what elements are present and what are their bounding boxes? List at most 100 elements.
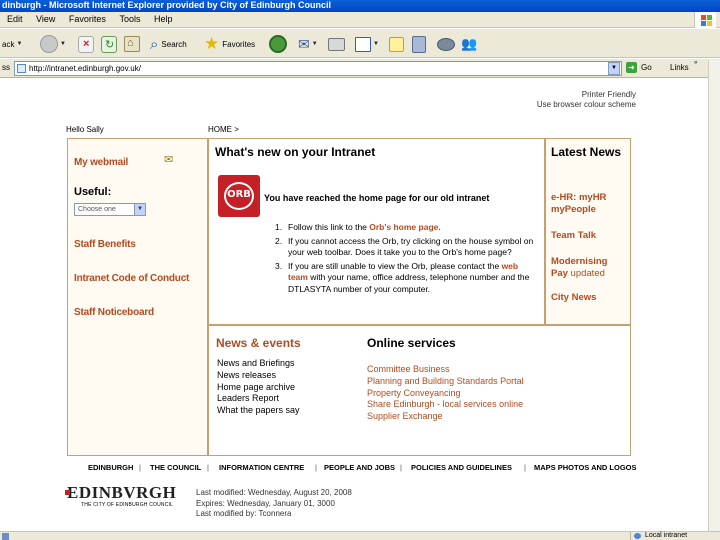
search-icon: ⌕ [150, 35, 159, 53]
code-of-conduct-link[interactable]: Intranet Code of Conduct [74, 273, 189, 284]
discuss-button[interactable] [389, 33, 404, 55]
address-label: ss [2, 63, 10, 72]
colour-scheme-link[interactable]: Use browser colour scheme [537, 100, 636, 109]
footer-divider: | [524, 463, 526, 472]
edit-button[interactable]: ▼ [355, 33, 379, 55]
logo-tagline: THE CITY OF EDINBURGH COUNCIL [81, 502, 174, 508]
word-document-icon [355, 36, 371, 52]
logo-wordmark: EDINBVRGH [67, 483, 177, 502]
people-button[interactable]: 👥 [461, 33, 477, 55]
refresh-button[interactable]: ↻ [101, 33, 117, 55]
latest-news-panel: Latest News e-HR: myHR myPeople Team Tal… [545, 138, 631, 325]
news-link-label: City News [551, 292, 597, 303]
footer-link-edinburgh[interactable]: EDINBURGH [88, 463, 133, 472]
news-events-item[interactable]: Leaders Report [217, 393, 300, 405]
orb-home-link[interactable]: Orb's home page. [369, 222, 440, 232]
footer-divider: | [139, 463, 141, 472]
menu-edit[interactable]: Edit [7, 12, 23, 27]
useful-selected-value: Choose one [78, 206, 116, 213]
edinburgh-council-logo[interactable]: EDINBVRGH THE CITY OF EDINBURGH COUNCIL [65, 483, 195, 513]
last-modified: Last modified: Wednesday, August 20, 200… [196, 488, 352, 497]
modification-info: Last modified: Wednesday, August 20, 200… [196, 488, 352, 520]
latest-news-title: Latest News [551, 145, 622, 159]
speech-bubble-icon [437, 37, 455, 51]
footer-link-maps[interactable]: MAPS PHOTOS AND LOGOS [534, 463, 637, 472]
menu-bar: Edit View Favorites Tools Help [0, 12, 720, 28]
home-button[interactable]: ⌂ [124, 33, 140, 55]
orb-logo[interactable]: ORB [218, 175, 260, 217]
printer-icon [328, 37, 345, 51]
forward-button[interactable]: ▼ [40, 33, 66, 55]
staff-benefits-link[interactable]: Staff Benefits [74, 239, 136, 250]
address-dropdown-button[interactable]: ▼ [608, 62, 620, 75]
footer-divider: | [315, 463, 317, 472]
printer-friendly-link[interactable]: Printer Friendly [582, 90, 636, 99]
go-button[interactable]: ➜ Go [626, 62, 652, 73]
menu-view[interactable]: View [36, 12, 55, 27]
mail-button[interactable]: ✉ ▼ [298, 33, 318, 55]
online-service-item[interactable]: Committee Business [367, 364, 524, 376]
breadcrumb[interactable]: HOME > [208, 125, 239, 134]
security-zone: Local intranet [630, 532, 687, 540]
chevron-down-icon: ▼ [16, 41, 23, 47]
footer-link-people-jobs[interactable]: PEOPLE AND JOBS [324, 463, 395, 472]
vertical-scrollbar[interactable] [708, 60, 720, 540]
footer-link-council[interactable]: THE COUNCIL [150, 463, 201, 472]
online-services-title: Online services [367, 336, 456, 350]
useful-links-select[interactable]: Choose one ▼ [74, 203, 146, 216]
windows-logo-icon [694, 12, 716, 28]
team-talk-link[interactable]: Team Talk [551, 230, 596, 242]
chevron-right-icon[interactable]: » [694, 60, 697, 66]
favorites-button[interactable]: ★ Favorites [204, 33, 255, 55]
people-icon: 👥 [461, 36, 478, 51]
city-news-link[interactable]: City News [551, 292, 596, 304]
last-modified-by: Last modified by: Tconnera [196, 509, 292, 518]
print-button[interactable] [328, 33, 345, 55]
step-text: with your name, office address, telephon… [288, 272, 530, 294]
envelope-icon[interactable]: ✉ [164, 155, 176, 166]
address-input[interactable]: http://intranet.edinburgh.gov.uk/ [14, 61, 622, 76]
toolbar: ack ▼ ▼ × ↻ ⌂ ⌕ Search ★ Favorites ✉ ▼ ▼ [0, 29, 720, 58]
refresh-icon: ↻ [101, 35, 117, 53]
news-events-item[interactable]: Home page archive [217, 382, 300, 394]
expires: Expires: Wednesday, January 01, 3000 [196, 498, 335, 508]
menu-tools[interactable]: Tools [119, 12, 140, 27]
menu-help[interactable]: Help [154, 12, 173, 27]
orb-intro-prefix: You have reached the home page for [264, 193, 424, 203]
search-button[interactable]: ⌕ Search [150, 33, 187, 55]
greeting: Hello Sally [66, 125, 104, 134]
zone-label: Local intranet [645, 532, 688, 539]
books-icon [412, 35, 426, 53]
back-button[interactable]: ack ▼ [2, 33, 22, 55]
staff-noticeboard-link[interactable]: Staff Noticeboard [74, 307, 154, 318]
links-button[interactable]: Links [670, 63, 689, 72]
go-arrow-icon: ➜ [626, 62, 637, 73]
news-events-item[interactable]: News and Briefings [217, 358, 300, 370]
stop-button[interactable]: × [78, 33, 94, 55]
history-button[interactable] [269, 33, 287, 55]
list-item: 2. If you cannot access the Orb, try clic… [275, 236, 537, 259]
footer-link-information[interactable]: INFORMATION CENTRE [219, 463, 304, 472]
step-number: 2. [275, 235, 283, 246]
note-icon [389, 36, 404, 52]
star-icon: ★ [204, 34, 220, 53]
ehr-link[interactable]: e-HR: myHR myPeople [551, 192, 617, 215]
footer-link-policies[interactable]: POLICIES AND GUIDELINES [411, 463, 512, 472]
news-events-item[interactable]: News releases [217, 370, 300, 382]
online-service-item[interactable]: Planning and Building Standards Portal [367, 376, 524, 388]
favorites-label: Favorites [222, 39, 256, 49]
logo-dot-icon [65, 490, 70, 495]
research-button[interactable] [412, 33, 426, 55]
online-service-item[interactable]: Supplier Exchange [367, 411, 524, 423]
online-service-item[interactable]: Share Edinburgh - local services online [367, 399, 524, 411]
webmail-link[interactable]: My webmail [74, 157, 128, 168]
window-title-bar: dinburgh - Microsoft Internet Explorer p… [0, 0, 720, 12]
search-label: Search [161, 39, 187, 49]
messenger-button[interactable] [437, 33, 455, 55]
menu-favorites[interactable]: Favorites [69, 12, 106, 27]
online-service-item[interactable]: Property Conveyancing [367, 388, 524, 400]
news-events-item[interactable]: What the papers say [217, 405, 300, 417]
modernising-pay-link[interactable]: Modernising Pay updated [551, 256, 619, 279]
footer-divider: | [207, 463, 209, 472]
address-url: http://intranet.edinburgh.gov.uk/ [29, 64, 141, 73]
